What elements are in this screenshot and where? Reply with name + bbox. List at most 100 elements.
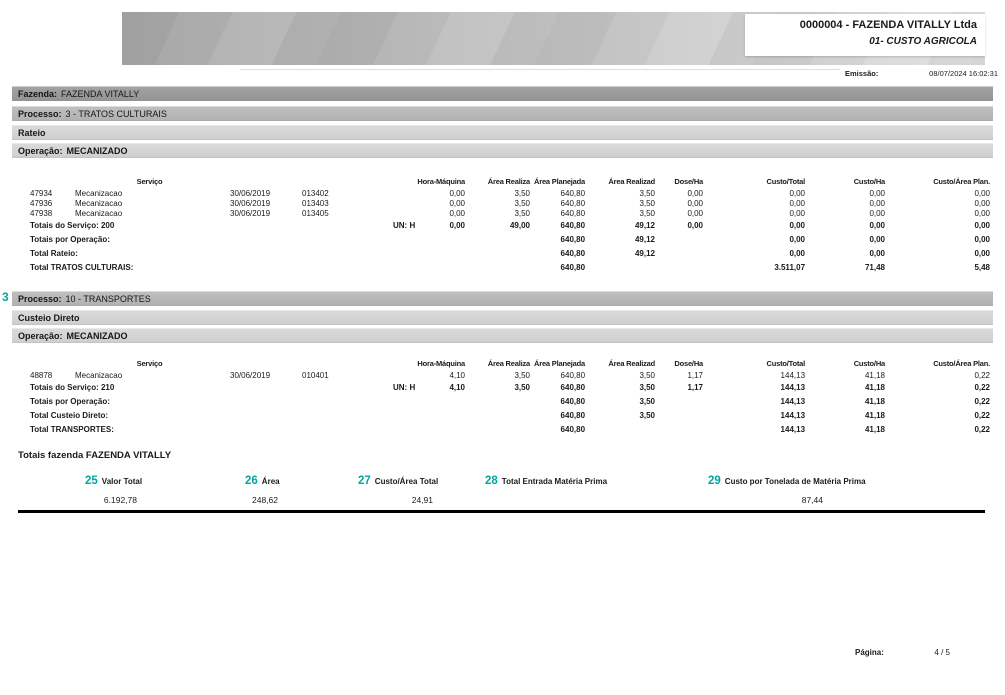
cell-hm: 0,00 (449, 198, 466, 208)
service-name: Mecanizacao (75, 188, 123, 198)
cell-cha: 0,00 (869, 208, 886, 218)
cell-cha: 41,18 (864, 370, 886, 380)
total-label: Totais do Serviço: 210 (30, 382, 115, 392)
pagination: Página: 4 / 5 (855, 648, 950, 657)
band-value: 10 - TRANSPORTES (65, 294, 151, 304)
service-date: 30/06/2019 (230, 188, 271, 198)
cell-cap: 0,00 (974, 188, 991, 198)
service-name: Mecanizacao (75, 208, 123, 218)
metric-label: Área (261, 477, 280, 486)
service-code: 013405 (302, 208, 329, 218)
cell-cap: 5,48 (974, 262, 991, 272)
metric-number: 28 (485, 475, 498, 487)
cell-ard: 49,12 (634, 248, 656, 258)
column-header: Custo/Área Plan. (933, 177, 991, 186)
cell-ard: 3,50 (639, 396, 656, 406)
table-header-row: Serviço Hora-Máquina Área Realiza Área Plan… (12, 353, 991, 370)
total-row: Totais por Operação: 640,80 3,50 144,13 41,1… (12, 394, 990, 408)
cell-ct: 144,13 (780, 410, 806, 420)
total-un: UN: H (393, 382, 416, 392)
metric-label: Total Entrada Matéria Prima (501, 477, 608, 486)
cell-ap: 640,80 (560, 262, 586, 272)
cell-ct: 0,00 (789, 248, 806, 258)
service-date: 30/06/2019 (230, 198, 271, 208)
cell-ard (585, 422, 655, 436)
column-header: Custo/Total (766, 359, 806, 368)
cell-cha: 0,00 (869, 220, 886, 230)
column-header: Área Realiza (487, 177, 531, 186)
header-spacer (12, 171, 72, 188)
metric-number: 26 (245, 475, 258, 487)
metric-value: 6.192,78 (103, 495, 137, 505)
cost-table: Serviço Hora-Máquina Área Realiza Área Plan… (12, 171, 990, 274)
cell-ar (465, 408, 530, 422)
cell-ct: 144,13 (780, 382, 806, 392)
cell-cap: 0,22 (974, 424, 991, 434)
column-header: Hora-Máquina (417, 177, 466, 186)
emission-label: Emissão: (845, 69, 879, 78)
band-processo-transportes: Processo: 10 - TRANSPORTES (12, 291, 993, 306)
service-un (375, 198, 429, 208)
cell-ct: 0,00 (789, 220, 806, 230)
cell-cha: 41,18 (864, 396, 886, 406)
total-un (375, 260, 429, 274)
cell-cap: 0,00 (974, 220, 991, 230)
total-row: Totais do Serviço: 200 UN: H 0,00 49,00 640,… (12, 218, 990, 232)
metric-label: Custo por Tonelada de Matéria Prima (724, 477, 866, 486)
report-title: 01- CUSTO AGRICOLA (869, 36, 977, 47)
service-row: 47938 Mecanizacao 30/06/2019 013405 0,00 3,50… (12, 208, 990, 218)
cell-ar: 49,00 (509, 220, 531, 230)
cell-ar (465, 260, 530, 274)
cell-hm: 0,00 (449, 208, 466, 218)
cell-ct: 3.511,07 (774, 262, 806, 272)
header-spacer (299, 171, 375, 188)
total-un (375, 394, 429, 408)
cell-cap: 0,00 (974, 248, 991, 258)
cell-cap: 0,00 (974, 234, 991, 244)
total-label: Total Rateio: (30, 248, 78, 258)
cell-ct: 144,13 (780, 424, 806, 434)
emission-datetime: 08/07/2024 16:02:31 (929, 69, 998, 78)
page-label: Página: (855, 648, 884, 657)
band-label: Operação: (18, 331, 63, 341)
cell-cha: 0,00 (869, 198, 886, 208)
header-banner: 0000004 - FAZENDA VITALLY Ltda 01- CUSTO… (122, 12, 985, 65)
cell-ap: 640,80 (560, 410, 586, 420)
cell-cha: 0,00 (869, 188, 886, 198)
column-header: Custo/Ha (853, 359, 886, 368)
total-row: Totais por Operação: 640,80 49,12 0,00 0,00 0… (12, 232, 990, 246)
cell-ap: 640,80 (560, 208, 586, 218)
table-header-row: Serviço Hora-Máquina Área Realiza Área Plan… (12, 171, 991, 188)
total-un (375, 422, 429, 436)
cell-dose: 1,17 (687, 382, 704, 392)
metric-custo-tonelada-materia-prima: 29 Custo por Tonelada de Matéria Prima (708, 471, 866, 489)
cell-dose: 1,17 (687, 370, 704, 380)
metric-area: 26 Área (245, 471, 280, 489)
cell-dose: 0,00 (687, 198, 704, 208)
service-code: 013403 (302, 198, 329, 208)
cell-ap: 640,80 (560, 424, 586, 434)
band-fazenda: Fazenda: FAZENDA VITALLY (12, 86, 993, 101)
cell-ar: 3,50 (514, 208, 531, 218)
cell-ar (465, 394, 530, 408)
cell-cap: 0,00 (974, 198, 991, 208)
service-code: 010401 (302, 370, 329, 380)
service-id: 48878 (30, 370, 53, 380)
metric-number: 25 (85, 475, 98, 487)
cell-hm (429, 232, 465, 246)
cell-cap: 0,22 (974, 396, 991, 406)
cell-ard: 3,50 (639, 382, 656, 392)
column-header: Área Realizad (608, 177, 656, 186)
column-header: Área Planejada (534, 359, 586, 368)
total-label: Totais por Operação: (30, 396, 110, 406)
total-un (375, 246, 429, 260)
cell-hm (429, 246, 465, 260)
cell-ar (465, 232, 530, 246)
cell-ar: 3,50 (514, 382, 531, 392)
service-un (375, 188, 429, 198)
column-header: Dose/Ha (674, 177, 704, 186)
service-name: Mecanizacao (75, 198, 123, 208)
total-row: Total TRANSPORTES: 640,80 144,13 41,18 0,22 (12, 422, 990, 436)
cell-cap: 0,00 (974, 208, 991, 218)
cell-ap: 640,80 (560, 248, 586, 258)
